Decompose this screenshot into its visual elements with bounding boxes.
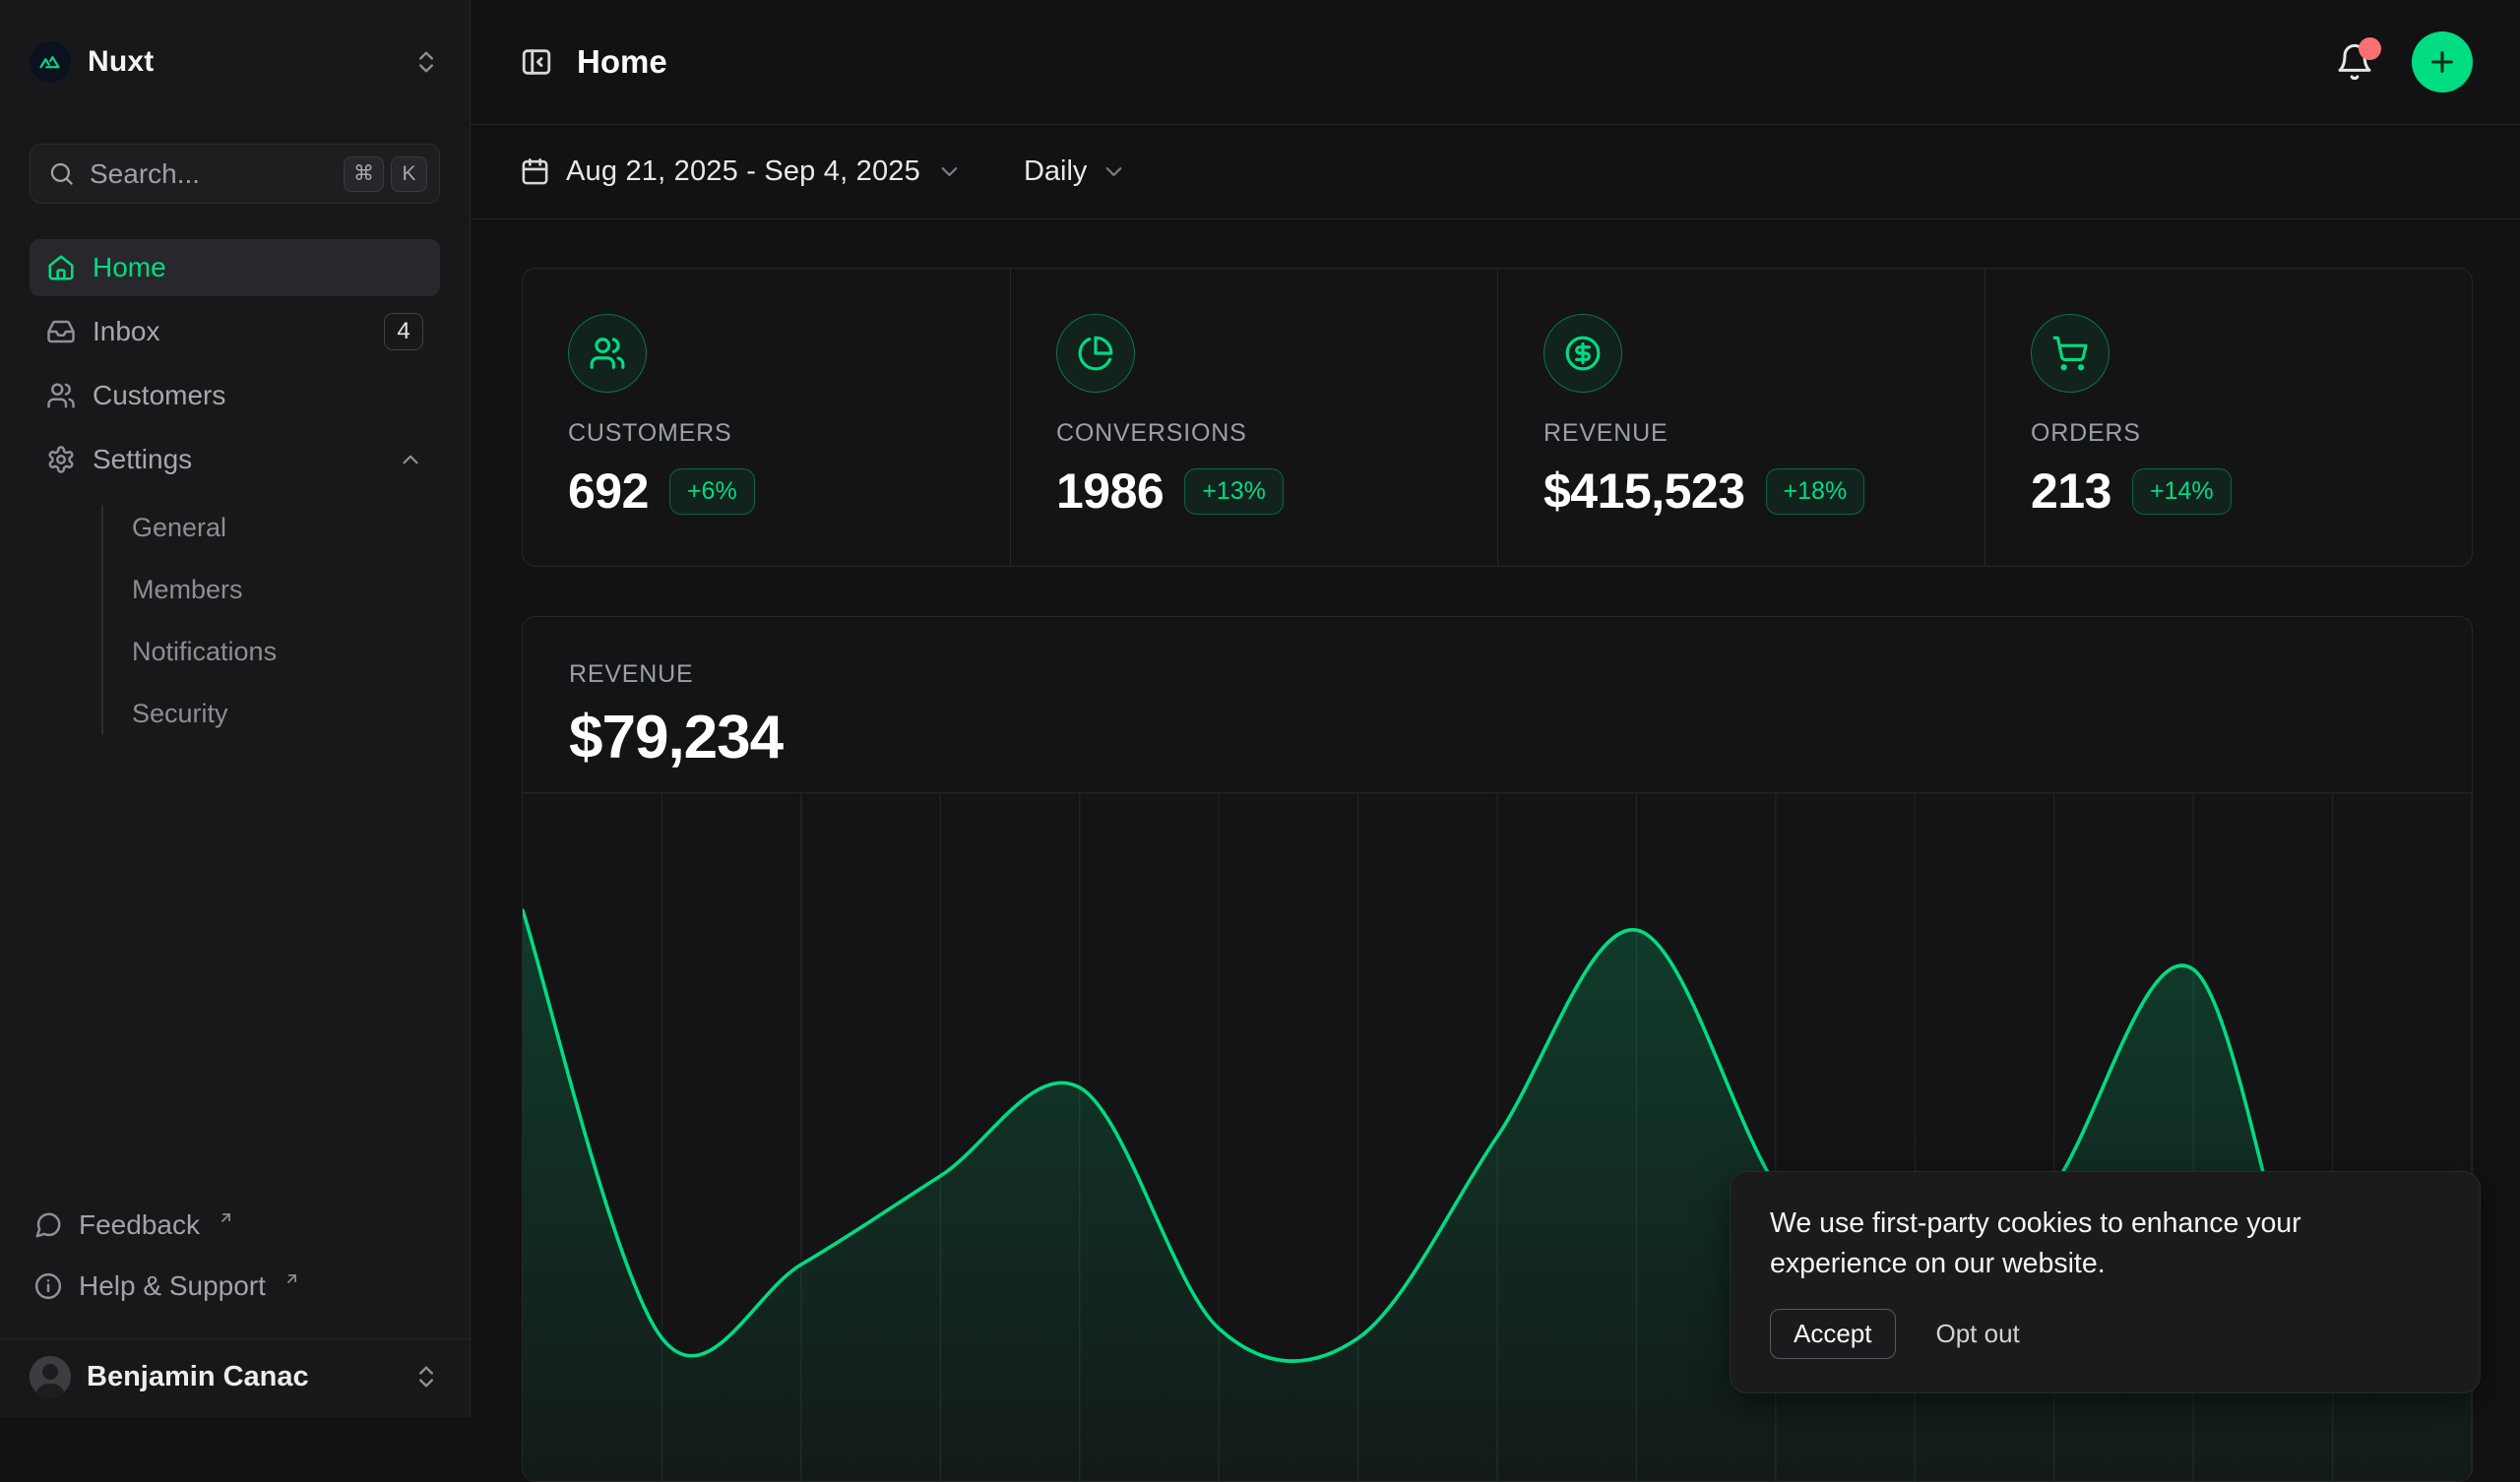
plus-icon (2426, 46, 2458, 78)
nuxt-logo-icon (30, 41, 71, 83)
stat-label: REVENUE (1544, 419, 1939, 448)
users-icon (46, 381, 76, 410)
help-support-label: Help & Support (79, 1270, 266, 1302)
sidebar-nav: Home Inbox 4 Customers (30, 239, 440, 745)
feedback-label: Feedback (79, 1209, 200, 1241)
cookie-consent-toast: We use first-party cookies to enhance yo… (1730, 1171, 2481, 1393)
opt-out-button[interactable]: Opt out (1936, 1319, 2020, 1349)
stat-value: 692 (568, 463, 649, 520)
header-actions (2335, 31, 2473, 93)
sidebar-item-label: Customers (93, 380, 225, 411)
date-range-picker[interactable]: Aug 21, 2025 - Sep 4, 2025 (520, 155, 963, 188)
sidebar-item-security[interactable]: Security (59, 683, 410, 745)
sidebar-item-notifications[interactable]: Notifications (59, 621, 410, 683)
user-menu[interactable]: Benjamin Canac (30, 1356, 440, 1397)
workspace-switcher[interactable]: Nuxt (0, 0, 470, 124)
external-link-icon (218, 1209, 234, 1226)
feedback-link[interactable]: Feedback (30, 1195, 440, 1256)
stat-card-revenue[interactable]: REVENUE $415,523 +18% (1497, 269, 1984, 566)
sidebar-footer: Feedback Help & Support (0, 1195, 470, 1317)
filters-toolbar: Aug 21, 2025 - Sep 4, 2025 Daily (471, 125, 2520, 219)
search-input[interactable]: Search... ⌘ K (30, 144, 440, 204)
user-name: Benjamin Canac (87, 1361, 309, 1393)
external-link-icon (284, 1270, 300, 1287)
kbd-k: K (391, 156, 427, 192)
stat-label: CUSTOMERS (568, 419, 965, 448)
sidebar-item-general[interactable]: General (59, 497, 410, 559)
revenue-chart-total: $79,234 (569, 703, 2426, 772)
stat-card-conversions[interactable]: CONVERSIONS 1986 +13% (1010, 269, 1497, 566)
date-range-value: Aug 21, 2025 - Sep 4, 2025 (566, 155, 920, 188)
pie-chart-icon (1056, 314, 1135, 393)
stat-delta-badge: +13% (1184, 468, 1284, 515)
stat-label: ORDERS (2031, 419, 2426, 448)
stat-delta-badge: +14% (2132, 468, 2232, 515)
chevron-down-icon (1101, 158, 1127, 185)
help-support-link[interactable]: Help & Support (30, 1256, 440, 1317)
sidebar-item-home[interactable]: Home (30, 239, 440, 296)
inbox-count-badge: 4 (384, 313, 423, 350)
stat-value: 213 (2031, 463, 2111, 520)
accept-button[interactable]: Accept (1770, 1309, 1896, 1359)
kbd-cmd: ⌘ (344, 156, 384, 192)
sidebar-item-label: Home (93, 252, 166, 283)
circle-dollar-icon (1544, 314, 1622, 393)
workspace-name: Nuxt (88, 45, 154, 79)
message-bubble-icon (33, 1210, 63, 1240)
user-section: Benjamin Canac (0, 1338, 470, 1417)
stat-delta-badge: +18% (1766, 468, 1865, 515)
chevrons-up-down-icon (412, 1363, 440, 1390)
home-icon (46, 253, 76, 282)
revenue-chart-label: REVENUE (569, 660, 2426, 689)
page-header: Home (471, 0, 2520, 125)
granularity-value: Daily (1024, 155, 1087, 188)
stats-row: CUSTOMERS 692 +6% CONVERSIONS 1986 +13% (522, 268, 2473, 567)
stat-value: 1986 (1056, 463, 1164, 520)
chevron-up-icon (398, 447, 423, 472)
sidebar-item-label: Inbox (93, 316, 160, 347)
chevrons-up-down-icon (412, 48, 440, 76)
stat-label: CONVERSIONS (1056, 419, 1452, 448)
cookie-message: We use first-party cookies to enhance yo… (1770, 1204, 2440, 1284)
settings-subnav: General Members Notifications Security (59, 497, 410, 745)
sidebar-item-members[interactable]: Members (59, 559, 410, 621)
users-icon (568, 314, 647, 393)
shopping-cart-icon (2031, 314, 2110, 393)
info-circle-icon (33, 1271, 63, 1301)
sidebar-collapse-icon[interactable] (520, 45, 553, 79)
page-title: Home (577, 43, 667, 81)
notification-dot (2359, 37, 2381, 60)
chevron-down-icon (936, 158, 963, 185)
notifications-button[interactable] (2335, 42, 2374, 82)
inbox-icon (46, 317, 76, 346)
stat-delta-badge: +6% (669, 468, 755, 515)
sidebar-item-inbox[interactable]: Inbox 4 (30, 303, 440, 360)
sidebar: Nuxt Search... ⌘ K Home (0, 0, 471, 1417)
avatar (30, 1356, 71, 1397)
calendar-icon (520, 156, 550, 187)
gear-icon (46, 445, 76, 474)
sidebar-item-customers[interactable]: Customers (30, 367, 440, 424)
search-placeholder: Search... (90, 158, 337, 190)
stat-card-customers[interactable]: CUSTOMERS 692 +6% (523, 269, 1010, 566)
add-button[interactable] (2412, 31, 2473, 93)
stat-value: $415,523 (1544, 463, 1745, 520)
granularity-select[interactable]: Daily (1024, 155, 1127, 188)
search-icon (48, 160, 75, 187)
stat-card-orders[interactable]: ORDERS 213 +14% (1984, 269, 2472, 566)
sidebar-item-settings[interactable]: Settings (30, 431, 440, 488)
sidebar-item-label: Settings (93, 444, 192, 475)
